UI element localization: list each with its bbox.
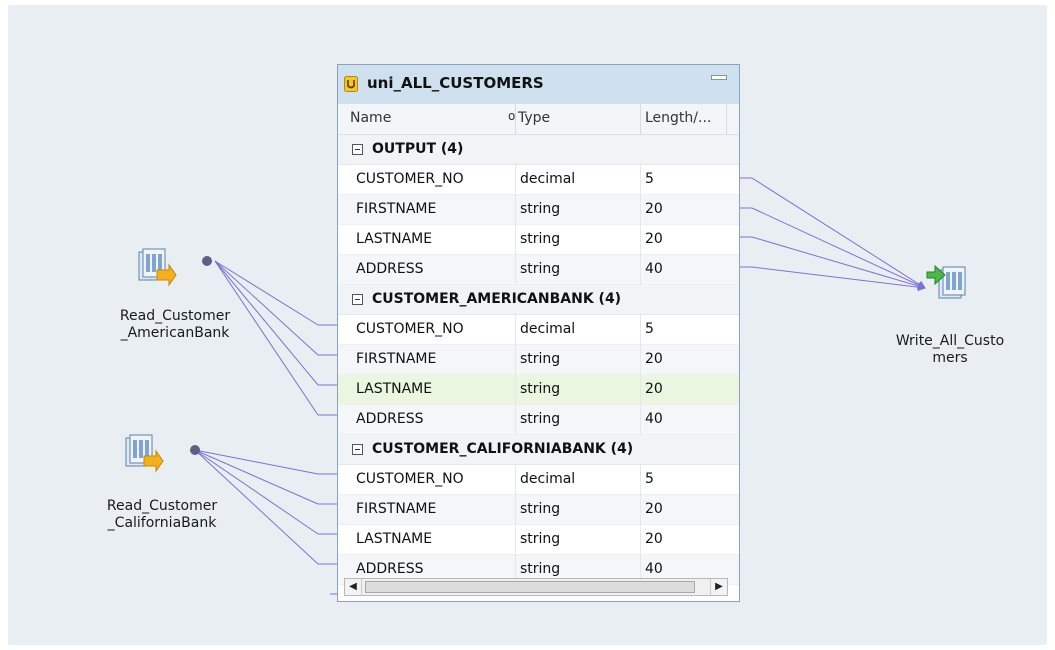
- port-length: 40: [645, 261, 663, 277]
- source-port-dot[interactable]: [188, 443, 202, 457]
- port-row[interactable]: LASTNAME string 20: [338, 225, 739, 255]
- minimize-button[interactable]: [711, 75, 727, 80]
- port-name: ADDRESS: [356, 561, 424, 577]
- port-group-label: CUSTOMER_AMERICANBANK (4): [372, 291, 622, 307]
- port-length: 40: [645, 411, 663, 427]
- port-row[interactable]: CUSTOMER_NO decimal 5: [338, 165, 739, 195]
- port-name: FIRSTNAME: [356, 501, 437, 517]
- column-header-name[interactable]: Name: [350, 110, 391, 126]
- port-name: ADDRESS: [356, 411, 424, 427]
- scroll-right-icon[interactable]: ▶: [710, 579, 727, 595]
- port-name: ADDRESS: [356, 261, 424, 277]
- port-length: 20: [645, 201, 663, 217]
- port-type: string: [520, 381, 561, 397]
- port-type: string: [520, 231, 561, 247]
- port-group-label: CUSTOMER_CALIFORNIABANK (4): [372, 441, 634, 457]
- target-label: Write_All_Custo mers: [895, 333, 1005, 366]
- union-transformation-icon: [344, 76, 358, 92]
- source-label: Read_Customer _CaliforniaBank: [106, 498, 218, 531]
- port-row[interactable]: FIRSTNAME string 20: [338, 195, 739, 225]
- port-row[interactable]: ADDRESS string 40: [338, 405, 739, 435]
- port-name: LASTNAME: [356, 531, 433, 547]
- port-type: decimal: [520, 321, 576, 337]
- column-header-length[interactable]: Length/...: [645, 110, 711, 126]
- port-name: CUSTOMER_NO: [356, 471, 464, 487]
- port-type: string: [520, 201, 561, 217]
- collapse-toggle-icon[interactable]: [352, 144, 363, 155]
- scrollbar-thumb[interactable]: [365, 581, 695, 593]
- port-length: 40: [645, 561, 663, 577]
- write-data-object-icon: [926, 264, 966, 299]
- port-type: decimal: [520, 171, 576, 187]
- port-type: decimal: [520, 471, 576, 487]
- port-length: 20: [645, 501, 663, 517]
- port-group-header[interactable]: CUSTOMER_AMERICANBANK (4): [338, 285, 739, 315]
- port-row[interactable]: CUSTOMER_NO decimal 5: [338, 465, 739, 495]
- port-name: CUSTOMER_NO: [356, 321, 464, 337]
- read-data-object-icon: [125, 434, 164, 473]
- source-label: Read_Customer _AmericanBank: [119, 308, 231, 341]
- port-type: string: [520, 351, 561, 367]
- port-group-header[interactable]: OUTPUT (4): [338, 135, 739, 165]
- port-type: string: [520, 561, 561, 577]
- union-transformation-panel[interactable]: uni_ALL_CUSTOMERS Name o Type Length/...…: [337, 64, 740, 602]
- port-length: 5: [645, 321, 654, 337]
- target-write-all-customers[interactable]: Write_All_Custo mers: [880, 255, 1020, 385]
- port-length: 20: [645, 531, 663, 547]
- port-row[interactable]: ADDRESS string 40: [338, 255, 739, 285]
- column-header-row: Name o Type Length/...: [338, 104, 739, 135]
- collapse-toggle-icon[interactable]: [352, 444, 363, 455]
- port-row[interactable]: LASTNAME string 20: [338, 375, 739, 405]
- column-header-type[interactable]: Type: [518, 110, 550, 126]
- horizontal-scrollbar[interactable]: ◀ ▶: [344, 578, 728, 596]
- port-row[interactable]: LASTNAME string 20: [338, 525, 739, 555]
- port-group-header[interactable]: CUSTOMER_CALIFORNIABANK (4): [338, 435, 739, 465]
- port-type: string: [520, 501, 561, 517]
- scroll-left-icon[interactable]: ◀: [345, 579, 362, 595]
- collapse-toggle-icon[interactable]: [352, 294, 363, 305]
- port-name: LASTNAME: [356, 231, 433, 247]
- port-length: 20: [645, 231, 663, 247]
- transformation-titlebar[interactable]: uni_ALL_CUSTOMERS: [338, 65, 739, 105]
- port-row[interactable]: FIRSTNAME string 20: [338, 345, 739, 375]
- port-name: CUSTOMER_NO: [356, 171, 464, 187]
- source-port-dot[interactable]: [200, 254, 214, 268]
- read-data-object-icon: [138, 248, 177, 287]
- port-name: FIRSTNAME: [356, 351, 437, 367]
- port-row[interactable]: CUSTOMER_NO decimal 5: [338, 315, 739, 345]
- port-type: string: [520, 411, 561, 427]
- port-name: LASTNAME: [356, 381, 433, 397]
- port-group-label: OUTPUT (4): [372, 141, 464, 157]
- port-length: 5: [645, 471, 654, 487]
- port-type: string: [520, 531, 561, 547]
- port-row[interactable]: FIRSTNAME string 20: [338, 495, 739, 525]
- port-length: 20: [645, 381, 663, 397]
- port-length: 5: [645, 171, 654, 187]
- source-read-customer-californiabank[interactable]: Read_Customer _CaliforniaBank: [82, 430, 242, 550]
- source-read-customer-americanbank[interactable]: Read_Customer _AmericanBank: [95, 238, 255, 358]
- transformation-title: uni_ALL_CUSTOMERS: [367, 74, 544, 92]
- port-name: FIRSTNAME: [356, 201, 437, 217]
- port-type: string: [520, 261, 561, 277]
- port-length: 20: [645, 351, 663, 367]
